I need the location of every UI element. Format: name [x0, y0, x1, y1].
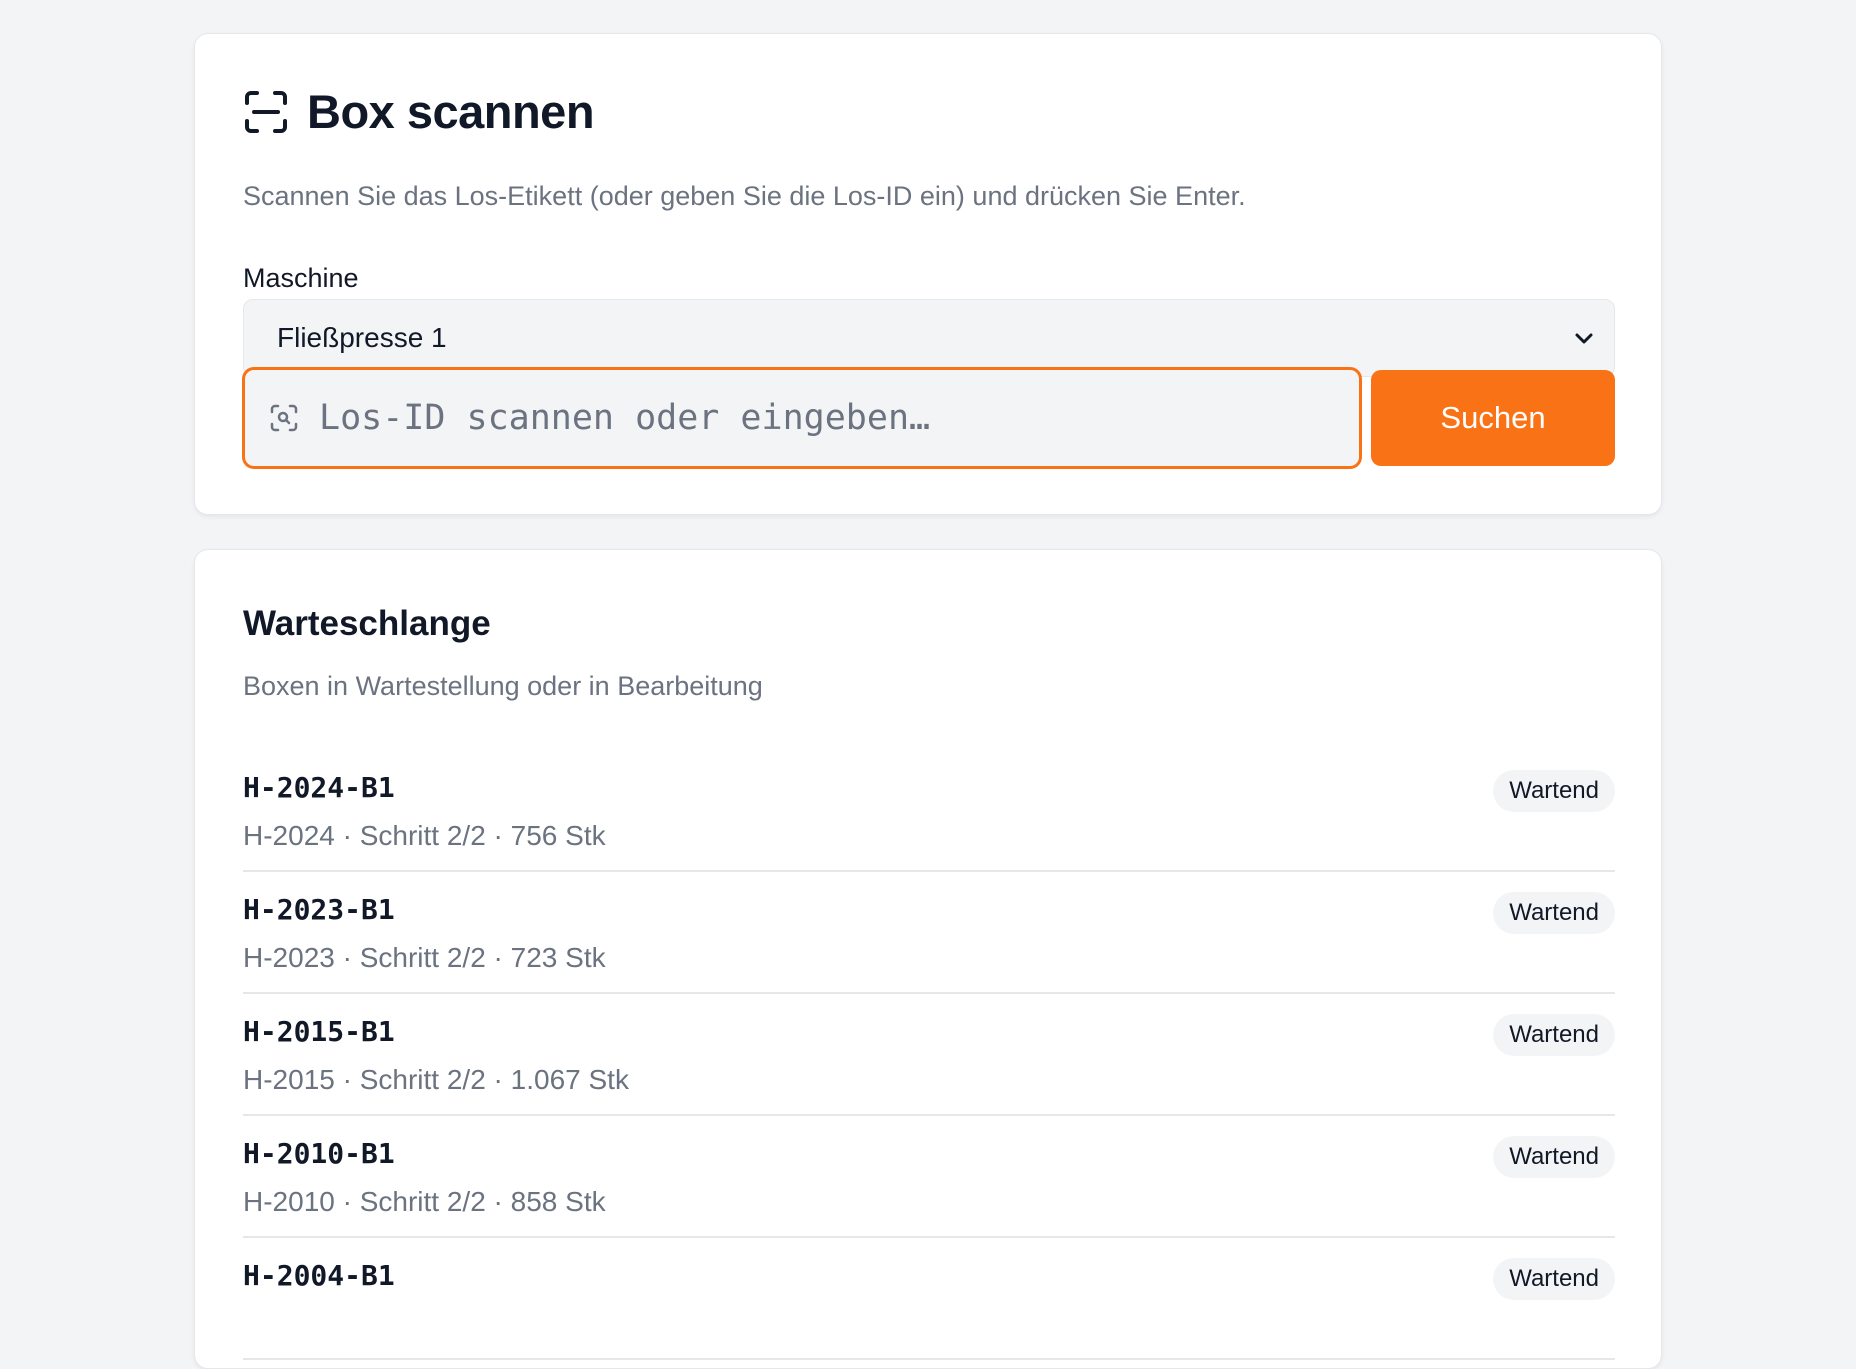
lot-id-input[interactable]: Los-ID scannen oder eingeben… [242, 367, 1362, 469]
scan-card: Box scannen Scannen Sie das Los-Etikett … [194, 33, 1662, 515]
status-badge: Wartend [1493, 892, 1615, 934]
list-item[interactable]: H-2010-B1 H-2010 · Schritt 2/2 · 858 Stk… [243, 1116, 1615, 1238]
box-meta: H-2010 · Schritt 2/2 · 858 Stk [243, 1186, 606, 1217]
status-badge: Wartend [1493, 770, 1615, 812]
machine-select-value: Fließpresse 1 [277, 322, 447, 353]
scan-instructions: Scannen Sie das Los-Etikett (oder geben … [243, 181, 1246, 211]
lot-id-placeholder: Los-ID scannen oder eingeben… [319, 398, 931, 438]
box-id: H-2004-B1 [243, 1259, 395, 1292]
list-item[interactable]: H-2023-B1 H-2023 · Schritt 2/2 · 723 Stk… [243, 872, 1615, 994]
status-badge: Wartend [1493, 1014, 1615, 1056]
machine-select[interactable]: Fließpresse 1 [243, 299, 1615, 377]
status-badge: Wartend [1493, 1136, 1615, 1178]
scan-title-row: Box scannen [243, 82, 595, 142]
queue-title: Warteschlange [243, 604, 491, 643]
page-title: Box scannen [307, 85, 595, 138]
box-meta: H-2023 · Schritt 2/2 · 723 Stk [243, 942, 606, 973]
status-badge: Wartend [1493, 1258, 1615, 1300]
box-id: H-2010-B1 [243, 1137, 395, 1170]
box-meta: H-2015 · Schritt 2/2 · 1.067 Stk [243, 1064, 629, 1095]
list-item[interactable]: H-2004-B1 Wartend [243, 1238, 1615, 1360]
box-id: H-2023-B1 [243, 893, 395, 926]
chevron-down-icon [1575, 333, 1593, 344]
scan-search-icon [270, 404, 298, 432]
queue-card: Warteschlange Boxen in Wartestellung ode… [194, 549, 1662, 1369]
scan-frame-icon [245, 91, 287, 133]
list-item[interactable]: H-2015-B1 H-2015 · Schritt 2/2 · 1.067 S… [243, 994, 1615, 1116]
list-item[interactable]: H-2024-B1 H-2024 · Schritt 2/2 · 756 Stk… [243, 750, 1615, 872]
queue-subtitle: Boxen in Wartestellung oder in Bearbeitu… [243, 671, 763, 701]
box-id: H-2024-B1 [243, 771, 395, 804]
search-button[interactable]: Suchen [1371, 370, 1615, 466]
machine-label: Maschine [243, 263, 359, 293]
queue-list: H-2024-B1 H-2024 · Schritt 2/2 · 756 Stk… [243, 750, 1615, 1360]
box-id: H-2015-B1 [243, 1015, 395, 1048]
box-meta: H-2024 · Schritt 2/2 · 756 Stk [243, 820, 606, 851]
